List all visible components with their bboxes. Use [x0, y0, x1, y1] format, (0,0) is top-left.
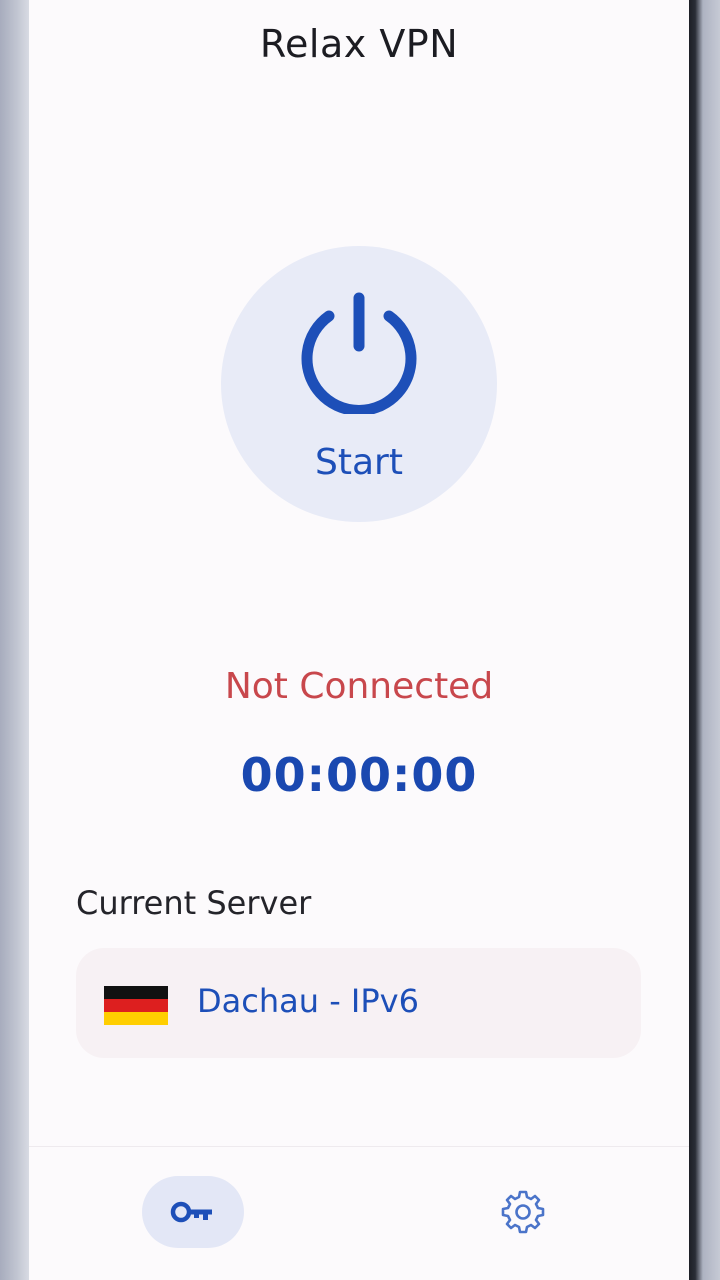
app-title: Relax VPN	[259, 22, 459, 66]
device-bezel-left	[0, 0, 29, 1280]
app-screen: Relax VPN Start Not Connected 00:00:00 C…	[29, 0, 689, 1280]
gear-icon	[501, 1190, 545, 1234]
server-name: Dachau - IPv6	[197, 982, 419, 1020]
germany-flag-icon	[104, 986, 168, 1025]
connect-button-label: Start	[315, 442, 403, 483]
connection-status: Not Connected	[224, 666, 494, 707]
nav-vpn-tab[interactable]	[142, 1176, 244, 1248]
power-icon	[301, 292, 417, 414]
current-server-card[interactable]: Dachau - IPv6	[76, 948, 641, 1058]
current-server-heading: Current Server	[76, 884, 312, 922]
bottom-nav-divider	[29, 1146, 689, 1147]
device-bezel-right	[689, 0, 720, 1280]
nav-settings-tab[interactable]	[501, 1190, 545, 1234]
connect-button[interactable]: Start	[221, 246, 497, 522]
connection-timer: 00:00:00	[240, 748, 478, 802]
key-icon	[170, 1201, 212, 1223]
